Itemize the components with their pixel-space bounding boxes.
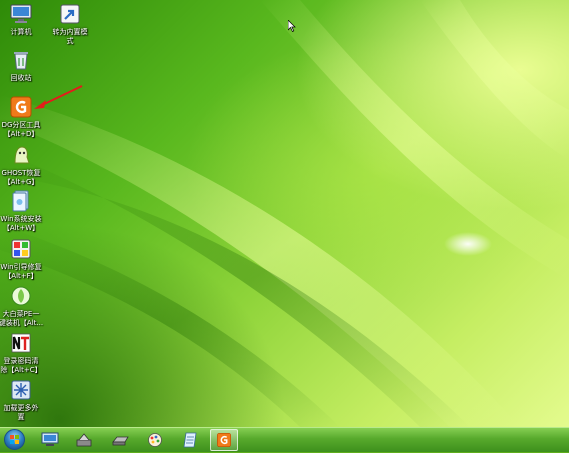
- desktop-icon-label: Win引导修复 【Alt+F】: [0, 263, 42, 280]
- taskbar-item-drive[interactable]: [106, 429, 134, 451]
- taskbar-item-paint[interactable]: [141, 429, 169, 451]
- diskgenius-icon: [217, 433, 231, 447]
- desktop-icon-label: 登录密码清 除【Alt+C】: [0, 357, 42, 374]
- wallpaper-streaks: [0, 0, 569, 427]
- start-button[interactable]: [4, 429, 25, 450]
- desktop-icon-label: DG分区工具 【Alt+D】: [1, 121, 41, 138]
- desktop-icon-label: Win系统安装 【Alt+W】: [0, 215, 42, 232]
- cabbage-icon: [11, 286, 31, 306]
- desktop-icon-label: 加载更多外 置: [3, 404, 39, 421]
- windows-logo-icon: [10, 435, 19, 444]
- desktop-icon-password-clear[interactable]: 登录密码清 除【Alt+C】: [0, 331, 48, 375]
- nt-password-icon: [11, 333, 31, 353]
- mouse-cursor-icon: [288, 20, 296, 32]
- desktop-icon-label: 大白菜PE一 键装机【Alt...: [0, 310, 44, 327]
- desktop-icon-recycle-bin[interactable]: 回收站: [0, 48, 48, 83]
- boot-repair-icon: [11, 239, 31, 259]
- annotation-arrow: [34, 85, 83, 109]
- taskbar-item-docs[interactable]: [176, 429, 204, 451]
- ghost-icon: [14, 146, 30, 164]
- taskbar-item-computer[interactable]: [36, 429, 64, 451]
- desktop-icon-pe-one-click-install[interactable]: 大白菜PE一 键装机【Alt...: [0, 284, 48, 328]
- hard-drive-icon: [112, 436, 129, 446]
- desktop-icon-computer[interactable]: 计算机: [0, 2, 48, 37]
- taskbar-item-diskgenius[interactable]: [210, 429, 238, 451]
- desktop-icon-label: GHOST恢复 【Alt+G】: [1, 169, 41, 186]
- taskbar: [0, 427, 569, 452]
- desktop-icon-win-boot-repair[interactable]: Win引导修复 【Alt+F】: [0, 237, 48, 281]
- desktop-icon-ghost-restore[interactable]: GHOST恢复 【Alt+G】: [0, 143, 48, 187]
- computer-icon: [10, 4, 32, 23]
- desktop-icon-load-external[interactable]: 加载更多外 置: [0, 378, 48, 422]
- desktop-icon-label: 转为内置模 式: [52, 28, 88, 45]
- desktop-icon-label: 回收站: [10, 74, 32, 82]
- load-more-icon: [11, 380, 31, 400]
- desktop-icon-label: 计算机: [10, 28, 32, 36]
- palette-icon: [148, 433, 162, 447]
- recycle-bin-icon: [14, 52, 28, 70]
- install-disc-icon: [12, 190, 29, 212]
- taskbar-item-tools[interactable]: [70, 429, 98, 451]
- document-icon: [183, 432, 197, 448]
- tools-icon: [76, 433, 92, 447]
- desktop: 计算机 转为内置模 式 回收站 DG分区工具 【Alt+D】 GHOST恢复 【…: [0, 0, 569, 427]
- monitor-icon: [41, 432, 59, 446]
- shortcut-arrow-icon: [60, 4, 80, 24]
- desktop-icon-win-install[interactable]: Win系统安装 【Alt+W】: [0, 189, 48, 233]
- desktop-icon-builtin-mode[interactable]: 转为内置模 式: [43, 2, 97, 46]
